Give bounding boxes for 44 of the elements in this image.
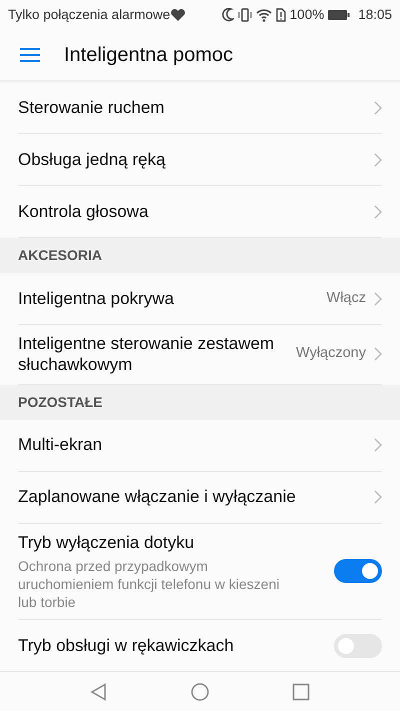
setting-label: Inteligentne sterowanie zestawem słuchawkowym xyxy=(18,333,276,376)
heart-icon xyxy=(170,8,186,22)
carrier-text: Tylko połączenia alarmowe xyxy=(8,6,170,24)
sim-icon xyxy=(276,8,286,22)
chevron-right-icon xyxy=(374,490,382,504)
setting-value: Wyłączony xyxy=(296,344,366,364)
setting-label: Tryb obsługi w rękawiczkach xyxy=(18,635,235,656)
toggle-switch[interactable] xyxy=(334,559,382,584)
menu-icon xyxy=(20,47,40,63)
screen-title: Inteligentna pomoc xyxy=(64,43,234,68)
setting-label: Inteligentna pokrywa xyxy=(18,288,175,310)
settings-row[interactable]: Multi-ekran xyxy=(18,420,382,472)
home-icon[interactable] xyxy=(190,682,209,700)
settings-row[interactable]: Sterowanie ruchem xyxy=(18,82,382,134)
battery-icon xyxy=(328,9,350,21)
wifi-icon xyxy=(256,8,272,22)
chevron-right-icon xyxy=(374,152,382,166)
setting-label: Multi-ekran xyxy=(18,434,104,456)
section-header: POZOSTAŁE xyxy=(0,384,400,420)
chevron-right-icon xyxy=(374,347,382,362)
menu-button[interactable] xyxy=(20,47,40,63)
toggle-switch[interactable] xyxy=(334,634,382,658)
chevron-right-icon xyxy=(374,292,382,306)
setting-label: Sterowanie ruchem xyxy=(18,96,166,118)
setting-value: Włącz xyxy=(326,288,366,308)
recents-icon[interactable] xyxy=(292,682,310,700)
battery-percent: 100% xyxy=(290,6,324,24)
chevron-right-icon xyxy=(374,100,382,114)
moon-icon xyxy=(222,8,234,22)
chevron-right-icon xyxy=(374,438,382,452)
chevron-right-icon xyxy=(374,204,382,218)
section-header: AKCESORIA xyxy=(0,238,400,273)
settings-row[interactable]: Inteligentna pokrywa Włącz xyxy=(18,273,382,325)
vibrate-icon xyxy=(238,8,252,22)
clock-time: 18:05 xyxy=(358,6,392,24)
setting-label: Tryb wyłączenia dotyku xyxy=(18,532,196,553)
settings-row[interactable]: Tryb wyłączenia dotyku Ochrona przed przypadkowym uruchomieniem funkcji telefonu w kieszeni lub torbie xyxy=(18,524,382,620)
setting-label: Zaplanowane włączanie i wyłączanie xyxy=(18,486,297,508)
settings-row[interactable]: Obsługa jedną ręką xyxy=(18,134,382,186)
settings-row[interactable]: Zaplanowane włączanie i wyłączanie xyxy=(18,472,382,524)
setting-label: Kontrola głosowa xyxy=(18,200,150,222)
back-icon[interactable] xyxy=(90,682,108,700)
setting-description: Ochrona przed przypadkowym uruchomieniem funkcji telefonu w kieszeni lub torbie xyxy=(18,556,280,612)
setting-label: Obsługa jedną ręką xyxy=(18,148,166,170)
